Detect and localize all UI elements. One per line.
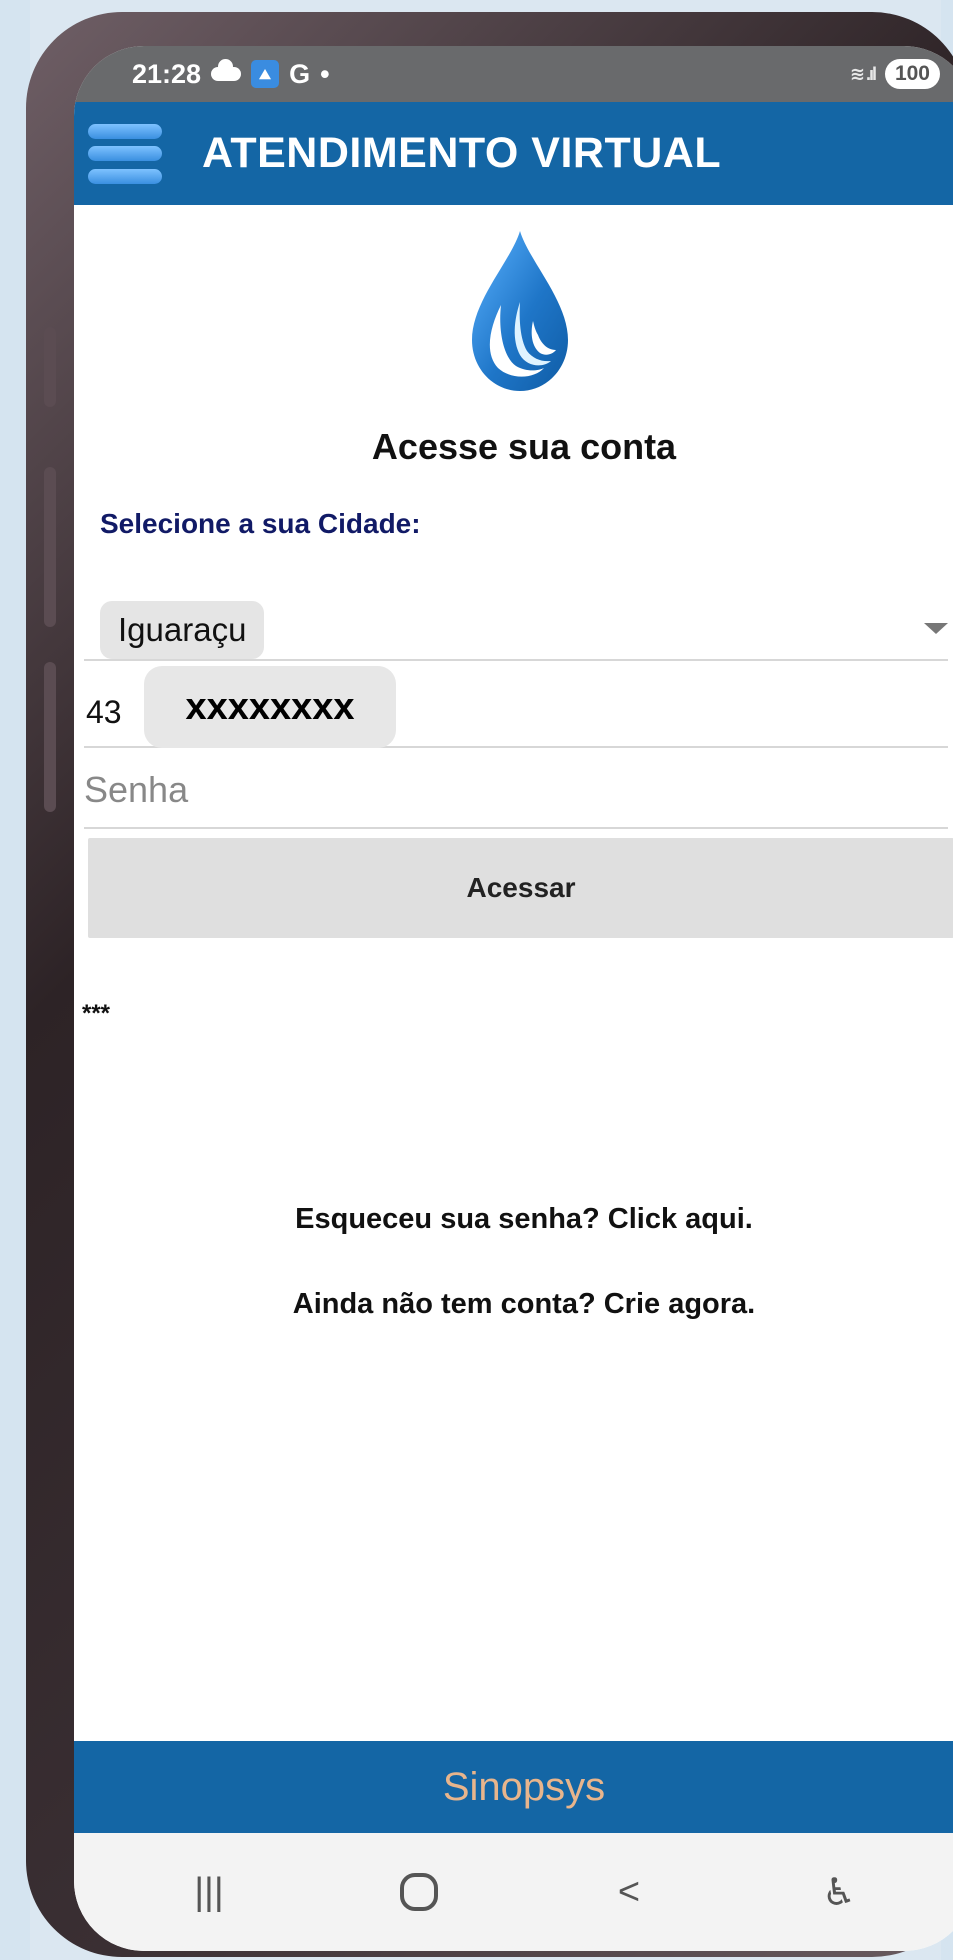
city-select[interactable]: Iguaraçu [84,591,948,661]
volume-down-button [44,467,56,627]
asterisks-status: *** [82,1000,111,1027]
battery-icon: 100 [884,59,940,89]
wifi-signal-icon: ≋ .ıl [849,63,877,84]
back-arrow-icon[interactable]: < [589,1852,669,1932]
phone-screen: 21:28 ⛰ G • ≋ .ıl 100 ATENDIMENTO VIRTUA… [74,46,953,1951]
login-title: Acesse sua conta [371,426,677,467]
home-circle-shape [400,1873,438,1911]
hamburger-menu-icon[interactable] [88,123,162,184]
city-selected-value: Iguaraçu [100,601,265,659]
phone-frame: 21:28 ⛰ G • ≋ .ıl 100 ATENDIMENTO VIRTUA… [26,12,953,1957]
status-time: 21:28 [132,58,202,89]
cloud-icon [211,59,242,81]
mountain-app-icon: ⛰ [251,60,280,88]
power-button [44,662,56,812]
access-button[interactable]: Acessar [88,838,953,938]
app-header: ATENDIMENTO VIRTUAL [74,102,953,205]
notification-dot: • [320,58,330,89]
chevron-down-icon [924,623,948,634]
home-circle-icon[interactable] [379,1852,459,1932]
google-icon: G [289,58,311,89]
username-masked-value: xxxxxxxx [144,666,396,748]
create-account-link[interactable]: Ainda não tem conta? Crie agora. [74,1288,953,1321]
username-prefix: 43 [86,694,122,730]
app-footer: Sinopsys [74,1741,953,1833]
status-bar: 21:28 ⛰ G • ≋ .ıl 100 [74,46,953,102]
password-field [84,748,948,829]
accessibility-icon[interactable]: ♿ [799,1852,879,1932]
android-nav-bar: ||| < ♿ [74,1833,953,1951]
volume-up-button [44,327,56,407]
water-drop-logo [472,231,568,391]
recent-apps-icon[interactable]: ||| [169,1852,249,1932]
city-label: Selecione a sua Cidade: [100,508,421,539]
app-title: ATENDIMENTO VIRTUAL [202,129,722,177]
forgot-password-link[interactable]: Esqueceu sua senha? Click aqui. [74,1203,953,1236]
username-field[interactable]: 43 xxxxxxxx [84,666,948,748]
footer-brand: Sinopsys [442,1764,606,1809]
password-input[interactable] [84,760,948,820]
